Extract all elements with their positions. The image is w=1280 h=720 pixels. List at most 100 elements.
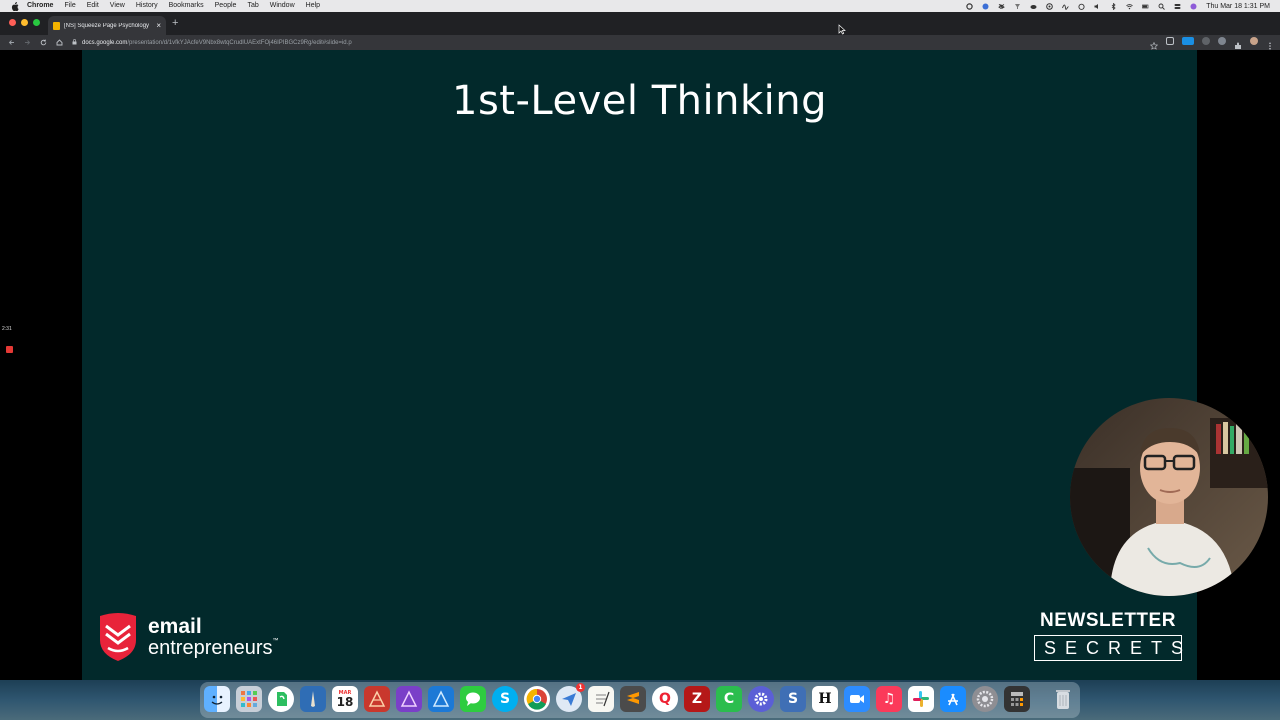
calendar-day: 18 [336, 694, 354, 709]
menu-history[interactable]: History [136, 0, 158, 12]
brand-wordmark: email entrepreneurs™ [148, 616, 279, 658]
scrivener-s-icon[interactable]: S [780, 686, 806, 712]
forward-button[interactable] [22, 38, 32, 48]
menu-window[interactable]: Window [270, 0, 295, 12]
tab-title: [NS] Squeeze Page Psychology [64, 22, 150, 29]
cloud-icon[interactable] [1030, 3, 1037, 10]
gear-status-icon[interactable] [966, 2, 973, 10]
zoom-icon[interactable] [844, 686, 870, 712]
apple-menu-icon[interactable] [10, 1, 19, 11]
slide: 1st-Level Thinking email entrepreneurs™ … [82, 50, 1197, 680]
reload-button[interactable] [38, 38, 48, 48]
battery-icon[interactable] [1142, 3, 1149, 10]
app-store-icon[interactable] [940, 686, 966, 712]
recorder-status-icon[interactable] [982, 3, 989, 10]
airmail-icon[interactable]: 1 [556, 683, 585, 712]
launchpad-icon[interactable] [236, 686, 262, 712]
textedit-icon[interactable] [588, 686, 614, 712]
sublime-text-icon[interactable] [620, 686, 646, 712]
evernote-icon[interactable] [268, 686, 294, 712]
filezilla-icon[interactable]: Z [684, 686, 710, 712]
extensions-area [1149, 37, 1274, 50]
dropbox-icon[interactable] [998, 3, 1006, 10]
browser-tab-active[interactable]: [NS] Squeeze Page Psychology × [48, 16, 166, 35]
bookmark-star-icon[interactable] [1149, 37, 1159, 50]
slack-icon[interactable] [908, 686, 934, 712]
home-button[interactable] [54, 38, 64, 48]
extension-3-icon[interactable] [1202, 37, 1210, 45]
menu-extras: Thu Mar 18 1:31 PM [966, 0, 1270, 12]
finder-icon[interactable] [204, 686, 230, 712]
tab-close-button[interactable]: × [156, 21, 161, 30]
system-preferences-icon[interactable] [972, 686, 998, 712]
menu-people[interactable]: People [215, 0, 237, 12]
skype-icon[interactable]: S [492, 686, 518, 712]
search-icon[interactable] [1158, 3, 1166, 10]
close-window-button[interactable] [9, 19, 16, 26]
extensions-puzzle-icon[interactable] [1234, 37, 1242, 49]
trademark-symbol: ™ [272, 638, 279, 644]
secrets-wordmark: SECRETS [1034, 635, 1183, 661]
extension-1-icon[interactable] [1166, 37, 1174, 45]
recording-stop-button[interactable] [6, 346, 13, 353]
trash-icon[interactable] [1050, 686, 1076, 712]
brand-word-entrepreneurs: entrepreneurs™ [148, 638, 279, 658]
menu-help[interactable]: Help [306, 0, 320, 12]
calculator-icon[interactable] [1004, 686, 1030, 712]
wifi-icon[interactable] [1126, 3, 1134, 10]
newsletter-wordmark: NEWSLETTER [1040, 610, 1176, 631]
control-center-icon[interactable] [1174, 3, 1181, 10]
chrome-menu-icon[interactable] [1266, 37, 1274, 50]
menu-bookmarks[interactable]: Bookmarks [169, 0, 204, 12]
slides-favicon-icon [53, 21, 60, 30]
timer-icon[interactable] [1078, 3, 1085, 10]
url-domain: docs.google.com [82, 39, 128, 46]
camtasia-icon[interactable]: C [716, 686, 742, 712]
shield-logo-icon [100, 613, 136, 661]
target-icon[interactable] [1046, 2, 1053, 10]
music-icon[interactable]: ♫ [876, 686, 902, 712]
slide-title: 1st-Level Thinking [452, 78, 827, 124]
menu-app-name[interactable]: Chrome [27, 0, 53, 12]
drink-icon[interactable] [1014, 3, 1021, 10]
menu-file[interactable]: File [64, 0, 75, 12]
new-tab-button[interactable]: + [172, 17, 178, 29]
menu-edit[interactable]: Edit [87, 0, 99, 12]
recording-timer: 2:31 [2, 326, 12, 332]
minimize-window-button[interactable] [21, 19, 28, 26]
address-bar[interactable]: docs.google.com /presentation/d/1vfkYJAc… [72, 37, 1147, 48]
calendar-icon[interactable]: MAR 18 [332, 686, 358, 712]
menu-tab[interactable]: Tab [247, 0, 258, 12]
macos-menu-bar: Chrome File Edit View History Bookmarks … [0, 0, 1280, 12]
affinity-designer-icon[interactable] [428, 686, 454, 712]
browser-toolbar: docs.google.com /presentation/d/1vfkYJAc… [0, 35, 1280, 50]
profile-avatar[interactable] [1250, 37, 1258, 45]
quip-icon[interactable]: Q [652, 686, 678, 712]
menu-clock[interactable]: Thu Mar 18 1:31 PM [1206, 3, 1270, 10]
zoom-window-button[interactable] [33, 19, 40, 26]
signature-icon[interactable] [1062, 3, 1070, 10]
back-button[interactable] [6, 38, 16, 48]
settings-gear-icon[interactable] [748, 686, 774, 712]
webcam-overlay [1070, 398, 1268, 596]
extension-2-icon[interactable] [1182, 37, 1194, 45]
url-path: /presentation/d/1vfkYJAcfeV9Nbx8wtqCrudl… [127, 39, 352, 46]
affinity-publisher-icon[interactable] [364, 686, 390, 712]
chrome-icon[interactable] [524, 686, 550, 712]
extension-4-icon[interactable] [1218, 37, 1226, 45]
presenter-video-icon [1070, 398, 1268, 596]
scrivener-icon[interactable] [300, 686, 326, 712]
messages-icon[interactable] [460, 686, 486, 712]
email-entrepreneurs-logo: email entrepreneurs™ [98, 612, 279, 662]
siri-icon[interactable] [1190, 3, 1197, 10]
browser-tab-strip: [NS] Squeeze Page Psychology × + [0, 12, 1280, 35]
affinity-photo-icon[interactable] [396, 686, 422, 712]
menu-view[interactable]: View [110, 0, 125, 12]
volume-icon[interactable] [1094, 3, 1101, 10]
mail-badge: 1 [576, 683, 585, 692]
bluetooth-icon[interactable] [1110, 2, 1117, 10]
hemingway-icon[interactable]: H [812, 686, 838, 712]
window-controls [9, 19, 40, 26]
presentation-stage: 1st-Level Thinking email entrepreneurs™ … [0, 50, 1280, 680]
lock-icon[interactable] [72, 38, 77, 47]
